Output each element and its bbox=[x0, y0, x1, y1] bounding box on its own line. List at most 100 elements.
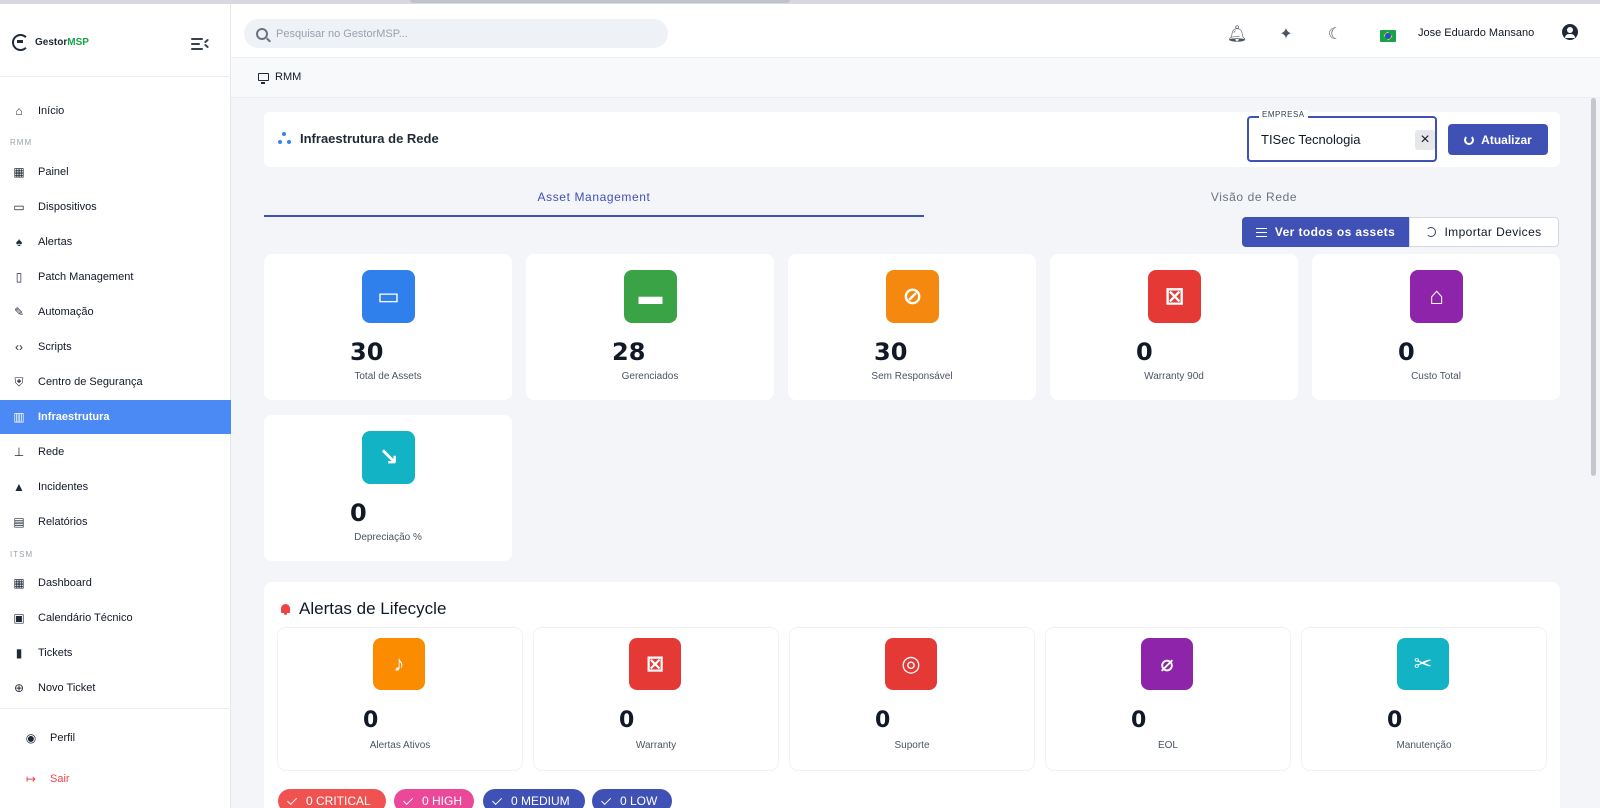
company-field-value: TISec Tecnologia bbox=[1261, 132, 1361, 147]
lifecycle-card-eol[interactable]: ⌀ 0 EOL bbox=[1046, 628, 1290, 770]
sidebar-item-label: Infraestrutura bbox=[38, 411, 110, 423]
account-icon: ◉ bbox=[25, 731, 37, 745]
code-icon: ‹› bbox=[15, 340, 23, 354]
collapse-menu-icon[interactable] bbox=[191, 37, 210, 51]
sidebar-item-alertas[interactable]: ♠ Alertas bbox=[0, 225, 231, 259]
tab-visao-de-rede[interactable]: Visão de Rede bbox=[924, 185, 1584, 217]
event-busy-icon: ⊠ bbox=[1148, 270, 1201, 323]
bell-icon: ♪ bbox=[373, 638, 425, 690]
sidebar-item-calendario-tecnico[interactable]: ▣ Calendário Técnico bbox=[0, 601, 231, 635]
tab-asset-management[interactable]: Asset Management bbox=[264, 185, 924, 217]
sidebar-item-dispositivos[interactable]: ▭ Dispositivos bbox=[0, 190, 231, 224]
page-scrollbar[interactable] bbox=[1591, 98, 1596, 476]
stat-value: 0 bbox=[350, 499, 367, 527]
lifecycle-card-manutencao[interactable]: ✂ 0 Manutenção bbox=[1302, 628, 1546, 770]
view-all-assets-label: Ver todos os assets bbox=[1274, 225, 1396, 239]
section-label-rmm: RMM bbox=[10, 138, 33, 147]
sidebar-item-label: Rede bbox=[38, 446, 65, 458]
stat-card-depreciacao[interactable]: ↘ 0 Depreciação % bbox=[264, 415, 512, 561]
warning-icon: ▲ bbox=[13, 480, 25, 494]
chip-label: 0 MEDIUM bbox=[511, 794, 570, 808]
stat-card-custo-total[interactable]: ⌂ 0 Custo Total bbox=[1312, 254, 1560, 400]
lifecycle-card-suporte[interactable]: ◎ 0 Suporte bbox=[790, 628, 1034, 770]
dashboard-icon: ▦ bbox=[13, 165, 25, 179]
sidebar-item-relatorios[interactable]: ▤ Relatórios bbox=[0, 505, 231, 539]
filter-chip-low[interactable]: 0 LOW bbox=[592, 789, 672, 808]
timer-off-icon: ⌀ bbox=[1141, 638, 1193, 690]
page-title: Infraestrutura de Rede bbox=[278, 131, 439, 146]
sidebar-item-label: Incidentes bbox=[38, 481, 89, 493]
section-title: Alertas de Lifecycle bbox=[280, 599, 446, 619]
breadcrumb[interactable]: RMM bbox=[258, 71, 301, 84]
sidebar-item-novo-ticket[interactable]: ⊕ Novo Ticket bbox=[0, 671, 231, 705]
sidebar-item-rede[interactable]: ⊥ Rede bbox=[0, 435, 231, 469]
person-off-icon: ⊘ bbox=[886, 270, 939, 323]
sidebar-item-label: Relatórios bbox=[38, 516, 88, 528]
brand-logo[interactable]: GestorMSP bbox=[12, 34, 89, 51]
search-input[interactable] bbox=[276, 27, 656, 40]
stat-card-total-assets[interactable]: ▭ 30 Total de Assets bbox=[264, 254, 512, 400]
dark-mode-moon-icon[interactable]: ☾ bbox=[1325, 24, 1345, 44]
stat-card-warranty-90d[interactable]: ⊠ 0 Warranty 90d bbox=[1050, 254, 1298, 400]
add-circle-icon: ⊕ bbox=[13, 681, 25, 695]
stat-label: Sem Responsável bbox=[871, 371, 953, 382]
stat-card-sem-responsavel[interactable]: ⊘ 30 Sem Responsável bbox=[788, 254, 1036, 400]
clear-company-button[interactable]: × bbox=[1415, 130, 1435, 150]
lifecycle-label: Warranty bbox=[635, 740, 677, 751]
sidebar-item-incidentes[interactable]: ▲ Incidentes bbox=[0, 470, 231, 504]
stat-label: Gerenciados bbox=[621, 371, 679, 382]
chip-label: 0 LOW bbox=[620, 794, 658, 808]
sidebar-item-scripts[interactable]: ‹› Scripts bbox=[0, 330, 231, 364]
sidebar-item-inicio[interactable]: ⌂ Início bbox=[0, 94, 231, 128]
stat-card-gerenciados[interactable]: ▬ 28 Gerenciados bbox=[526, 254, 774, 400]
check-icon bbox=[403, 794, 414, 805]
window-notch bbox=[410, 0, 790, 3]
bar-chart-icon: ▤ bbox=[13, 515, 25, 529]
refresh-button[interactable]: Atualizar bbox=[1448, 124, 1548, 155]
support-icon: ◎ bbox=[885, 638, 937, 690]
sidebar-item-dashboard[interactable]: ▦ Dashboard bbox=[0, 566, 231, 600]
sidebar-item-centro-de-seguranca[interactable]: ⛨ Centro de Segurança bbox=[0, 365, 231, 399]
chip-label: 0 HIGH bbox=[422, 794, 463, 808]
lifecycle-value: 0 bbox=[1387, 708, 1403, 733]
sidebar-item-label: Painel bbox=[38, 166, 69, 178]
sidebar-item-tickets[interactable]: ▮ Tickets bbox=[0, 636, 231, 670]
refresh-button-label: Atualizar bbox=[1481, 132, 1532, 147]
ticket-icon: ▮ bbox=[15, 646, 23, 660]
sidebar-item-automacao[interactable]: ✎ Automação bbox=[0, 295, 231, 329]
sidebar-item-label: Centro de Segurança bbox=[38, 376, 143, 388]
import-devices-button[interactable]: Importar Devices bbox=[1409, 217, 1559, 247]
sidebar-item-label: Sair bbox=[50, 773, 70, 785]
filter-chip-high[interactable]: 0 HIGH bbox=[394, 789, 474, 808]
trending-down-icon: ↘ bbox=[362, 431, 415, 484]
view-all-assets-button[interactable]: Ver todos os assets bbox=[1242, 217, 1409, 247]
lifecycle-card-alertas-ativos[interactable]: ♪ 0 Alertas Ativos bbox=[278, 628, 522, 770]
bell-icon bbox=[280, 603, 291, 616]
notifications-bell-icon[interactable]: 🔔︎ bbox=[1227, 24, 1247, 44]
lifecycle-value: 0 bbox=[363, 708, 379, 733]
brazil-flag-icon[interactable] bbox=[1380, 30, 1396, 42]
monitor-icon: ▬ bbox=[624, 270, 677, 323]
company-select[interactable]: EMPRESA TISec Tecnologia × bbox=[1247, 110, 1437, 162]
sidebar: GestorMSP ⌂ Início RMM ▦ Painel ▭ Dispos… bbox=[0, 4, 231, 808]
lifecycle-card-warranty[interactable]: ⊠ 0 Warranty bbox=[534, 628, 778, 770]
lifecycle-alerts-card: Alertas de Lifecycle ♪ 0 Alertas Ativos … bbox=[264, 582, 1560, 808]
shield-icon: ⛨ bbox=[14, 375, 24, 389]
filter-chip-critical[interactable]: 0 CRITICAL bbox=[278, 789, 386, 808]
sidebar-item-infraestrutura[interactable]: ▥ Infraestrutura bbox=[0, 400, 231, 434]
account-circle-icon[interactable] bbox=[1562, 24, 1578, 40]
system-update-icon: ▯ bbox=[15, 270, 23, 284]
search-box[interactable] bbox=[244, 19, 668, 48]
magic-wand-icon: ✎ bbox=[13, 305, 25, 319]
filter-chip-medium[interactable]: 0 MEDIUM bbox=[483, 789, 585, 808]
sidebar-item-label: Tickets bbox=[38, 647, 73, 659]
sidebar-item-sair[interactable]: ↦ Sair bbox=[0, 762, 231, 796]
stat-label: Depreciação % bbox=[354, 532, 422, 543]
ai-sparkle-icon[interactable]: ✦ bbox=[1276, 24, 1296, 44]
sync-icon bbox=[1426, 227, 1437, 237]
sidebar-item-perfil[interactable]: ◉ Perfil bbox=[0, 721, 231, 755]
sidebar-item-painel[interactable]: ▦ Painel bbox=[0, 155, 231, 189]
user-name[interactable]: Jose Eduardo Mansano bbox=[1418, 27, 1534, 39]
stat-label: Warranty 90d bbox=[1144, 371, 1204, 382]
sidebar-item-patch-management[interactable]: ▯ Patch Management bbox=[0, 260, 231, 294]
